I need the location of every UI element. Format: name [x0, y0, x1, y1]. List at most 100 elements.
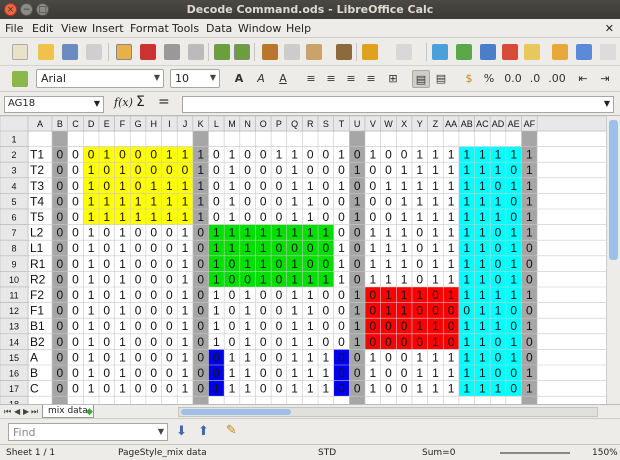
align-top-icon[interactable]: ▤ — [432, 70, 450, 88]
spreadsheet-grid[interactable]: A B C D E F G H I J K L M N O P Q R S T U V W X Y Z AA AB AC AD AE AF 1 2… — [0, 116, 620, 404]
find-previous-icon[interactable]: ⬆ — [198, 424, 209, 439]
data-cell: 1 — [526, 366, 533, 380]
delete-decimal-icon[interactable]: .00 — [548, 70, 566, 88]
redo-icon[interactable] — [396, 44, 412, 60]
data-cell: 0 — [323, 257, 330, 271]
autospellcheck-icon[interactable] — [234, 44, 250, 60]
paste-icon[interactable] — [306, 44, 322, 60]
sum-icon[interactable]: Σ — [136, 94, 145, 110]
menu-tools[interactable]: Tools — [172, 22, 199, 35]
draw-functions-icon[interactable] — [524, 44, 540, 60]
find-next-icon[interactable]: ⬇ — [176, 424, 187, 439]
menu-file[interactable]: File — [5, 22, 23, 35]
align-center-icon[interactable]: ≡ — [322, 70, 340, 88]
decrease-indent-icon[interactable]: ⇤ — [574, 70, 592, 88]
spellcheck-icon[interactable] — [214, 44, 230, 60]
row-header-label: 4 — [11, 181, 16, 191]
add-sheet-icon[interactable]: ◆ — [86, 407, 93, 417]
data-cell: 1 — [323, 366, 330, 380]
data-cell: 0 — [72, 319, 79, 333]
data-cell: 1 — [448, 272, 455, 286]
formula-input[interactable]: ▼ — [182, 96, 614, 113]
data-cell: 0 — [416, 257, 423, 271]
merge-cells-icon[interactable]: ⊞ — [384, 70, 402, 88]
data-cell: 1 — [432, 366, 439, 380]
edit-file-icon[interactable] — [116, 44, 132, 60]
align-left-icon[interactable]: ≡ — [302, 70, 320, 88]
menu-help[interactable]: Help — [286, 22, 311, 35]
copy-icon[interactable] — [284, 44, 300, 60]
print-preview-icon[interactable] — [188, 44, 204, 60]
close-document-icon[interactable]: ✕ — [605, 22, 614, 35]
sort-ascending-icon[interactable] — [456, 44, 472, 60]
align-right-icon[interactable]: ≡ — [342, 70, 360, 88]
data-cell: 0 — [197, 257, 204, 271]
data-cell: 1 — [479, 194, 486, 208]
add-decimal-icon[interactable]: .0 — [526, 70, 544, 88]
horizontal-scrollbar[interactable] — [178, 407, 598, 417]
row-header-label: 14 — [9, 337, 19, 347]
open-folder-icon[interactable] — [38, 44, 54, 60]
function-wizard-icon[interactable]: f(x) — [114, 96, 133, 109]
export-pdf-icon[interactable] — [140, 44, 156, 60]
navigator-icon[interactable] — [552, 44, 568, 60]
data-cell: 0 — [56, 304, 63, 318]
percent-format-icon[interactable]: % — [480, 70, 498, 88]
styles-icon[interactable] — [12, 71, 28, 87]
font-size-select[interactable]: 10 ▼ — [170, 69, 220, 88]
vertical-scrollbar[interactable] — [606, 116, 620, 410]
data-cell: 1 — [463, 226, 470, 240]
data-cell: 1 — [432, 319, 439, 333]
print-icon[interactable] — [164, 44, 180, 60]
vertical-scroll-thumb[interactable] — [609, 120, 618, 260]
menu-insert[interactable]: Insert — [92, 22, 124, 35]
italic-icon[interactable]: A — [252, 70, 270, 88]
more-options-icon[interactable] — [600, 44, 616, 60]
previous-sheet-icon[interactable]: ◀ — [14, 407, 20, 416]
gallery-icon[interactable] — [576, 44, 592, 60]
bold-icon[interactable]: A — [230, 70, 248, 88]
wrap-text-icon[interactable]: ▤ — [412, 70, 430, 88]
data-cell: 0 — [276, 272, 283, 286]
name-box[interactable]: AG18 ▼ — [4, 96, 104, 113]
column-header-label: AC — [476, 119, 489, 129]
data-cell: 1 — [463, 272, 470, 286]
menu-view[interactable]: View — [61, 22, 87, 35]
menu-data[interactable]: Data — [206, 22, 232, 35]
new-document-icon[interactable] — [12, 44, 28, 60]
data-cell: 0 — [291, 241, 298, 255]
justify-icon[interactable]: ≡ — [362, 70, 380, 88]
last-sheet-icon[interactable]: ⏭ — [31, 407, 38, 417]
font-name-select[interactable]: Arial ▼ — [36, 69, 164, 88]
email-icon[interactable] — [86, 44, 102, 60]
cut-icon[interactable] — [262, 44, 278, 60]
sort-descending-icon[interactable] — [480, 44, 496, 60]
data-cell: 0 — [56, 179, 63, 193]
horizontal-scroll-thumb[interactable] — [181, 409, 291, 415]
find-replace-icon[interactable]: ✎ — [226, 423, 237, 438]
data-cell: 1 — [213, 288, 220, 302]
data-cell: 0 — [401, 319, 408, 333]
chart-icon[interactable] — [502, 44, 518, 60]
underline-icon[interactable]: A — [274, 70, 292, 88]
first-sheet-icon[interactable]: ⏮ — [4, 407, 11, 417]
undo-icon[interactable] — [362, 44, 378, 60]
menu-window[interactable]: Window — [238, 22, 281, 35]
data-cell: 1 — [432, 241, 439, 255]
number-format-icon[interactable]: 0.0 — [504, 70, 522, 88]
clone-formatting-icon[interactable] — [336, 44, 352, 60]
currency-format-icon[interactable]: $ — [460, 70, 478, 88]
save-icon[interactable] — [62, 44, 78, 60]
next-sheet-icon[interactable]: ▶ — [23, 407, 29, 416]
menu-format[interactable]: Format — [130, 22, 169, 35]
selection-mode[interactable]: STD — [318, 448, 336, 458]
find-input[interactable]: Find ▼ — [8, 423, 168, 441]
data-cell: 0 — [72, 163, 79, 177]
zoom-level[interactable]: 150% — [592, 448, 618, 458]
menu-edit[interactable]: Edit — [32, 22, 53, 35]
increase-indent-icon[interactable]: ⇥ — [596, 70, 614, 88]
formula-icon[interactable]: = — [158, 94, 170, 110]
hyperlink-icon[interactable] — [432, 44, 448, 60]
zoom-slider[interactable] — [500, 452, 570, 454]
data-cell: 1 — [448, 241, 455, 255]
